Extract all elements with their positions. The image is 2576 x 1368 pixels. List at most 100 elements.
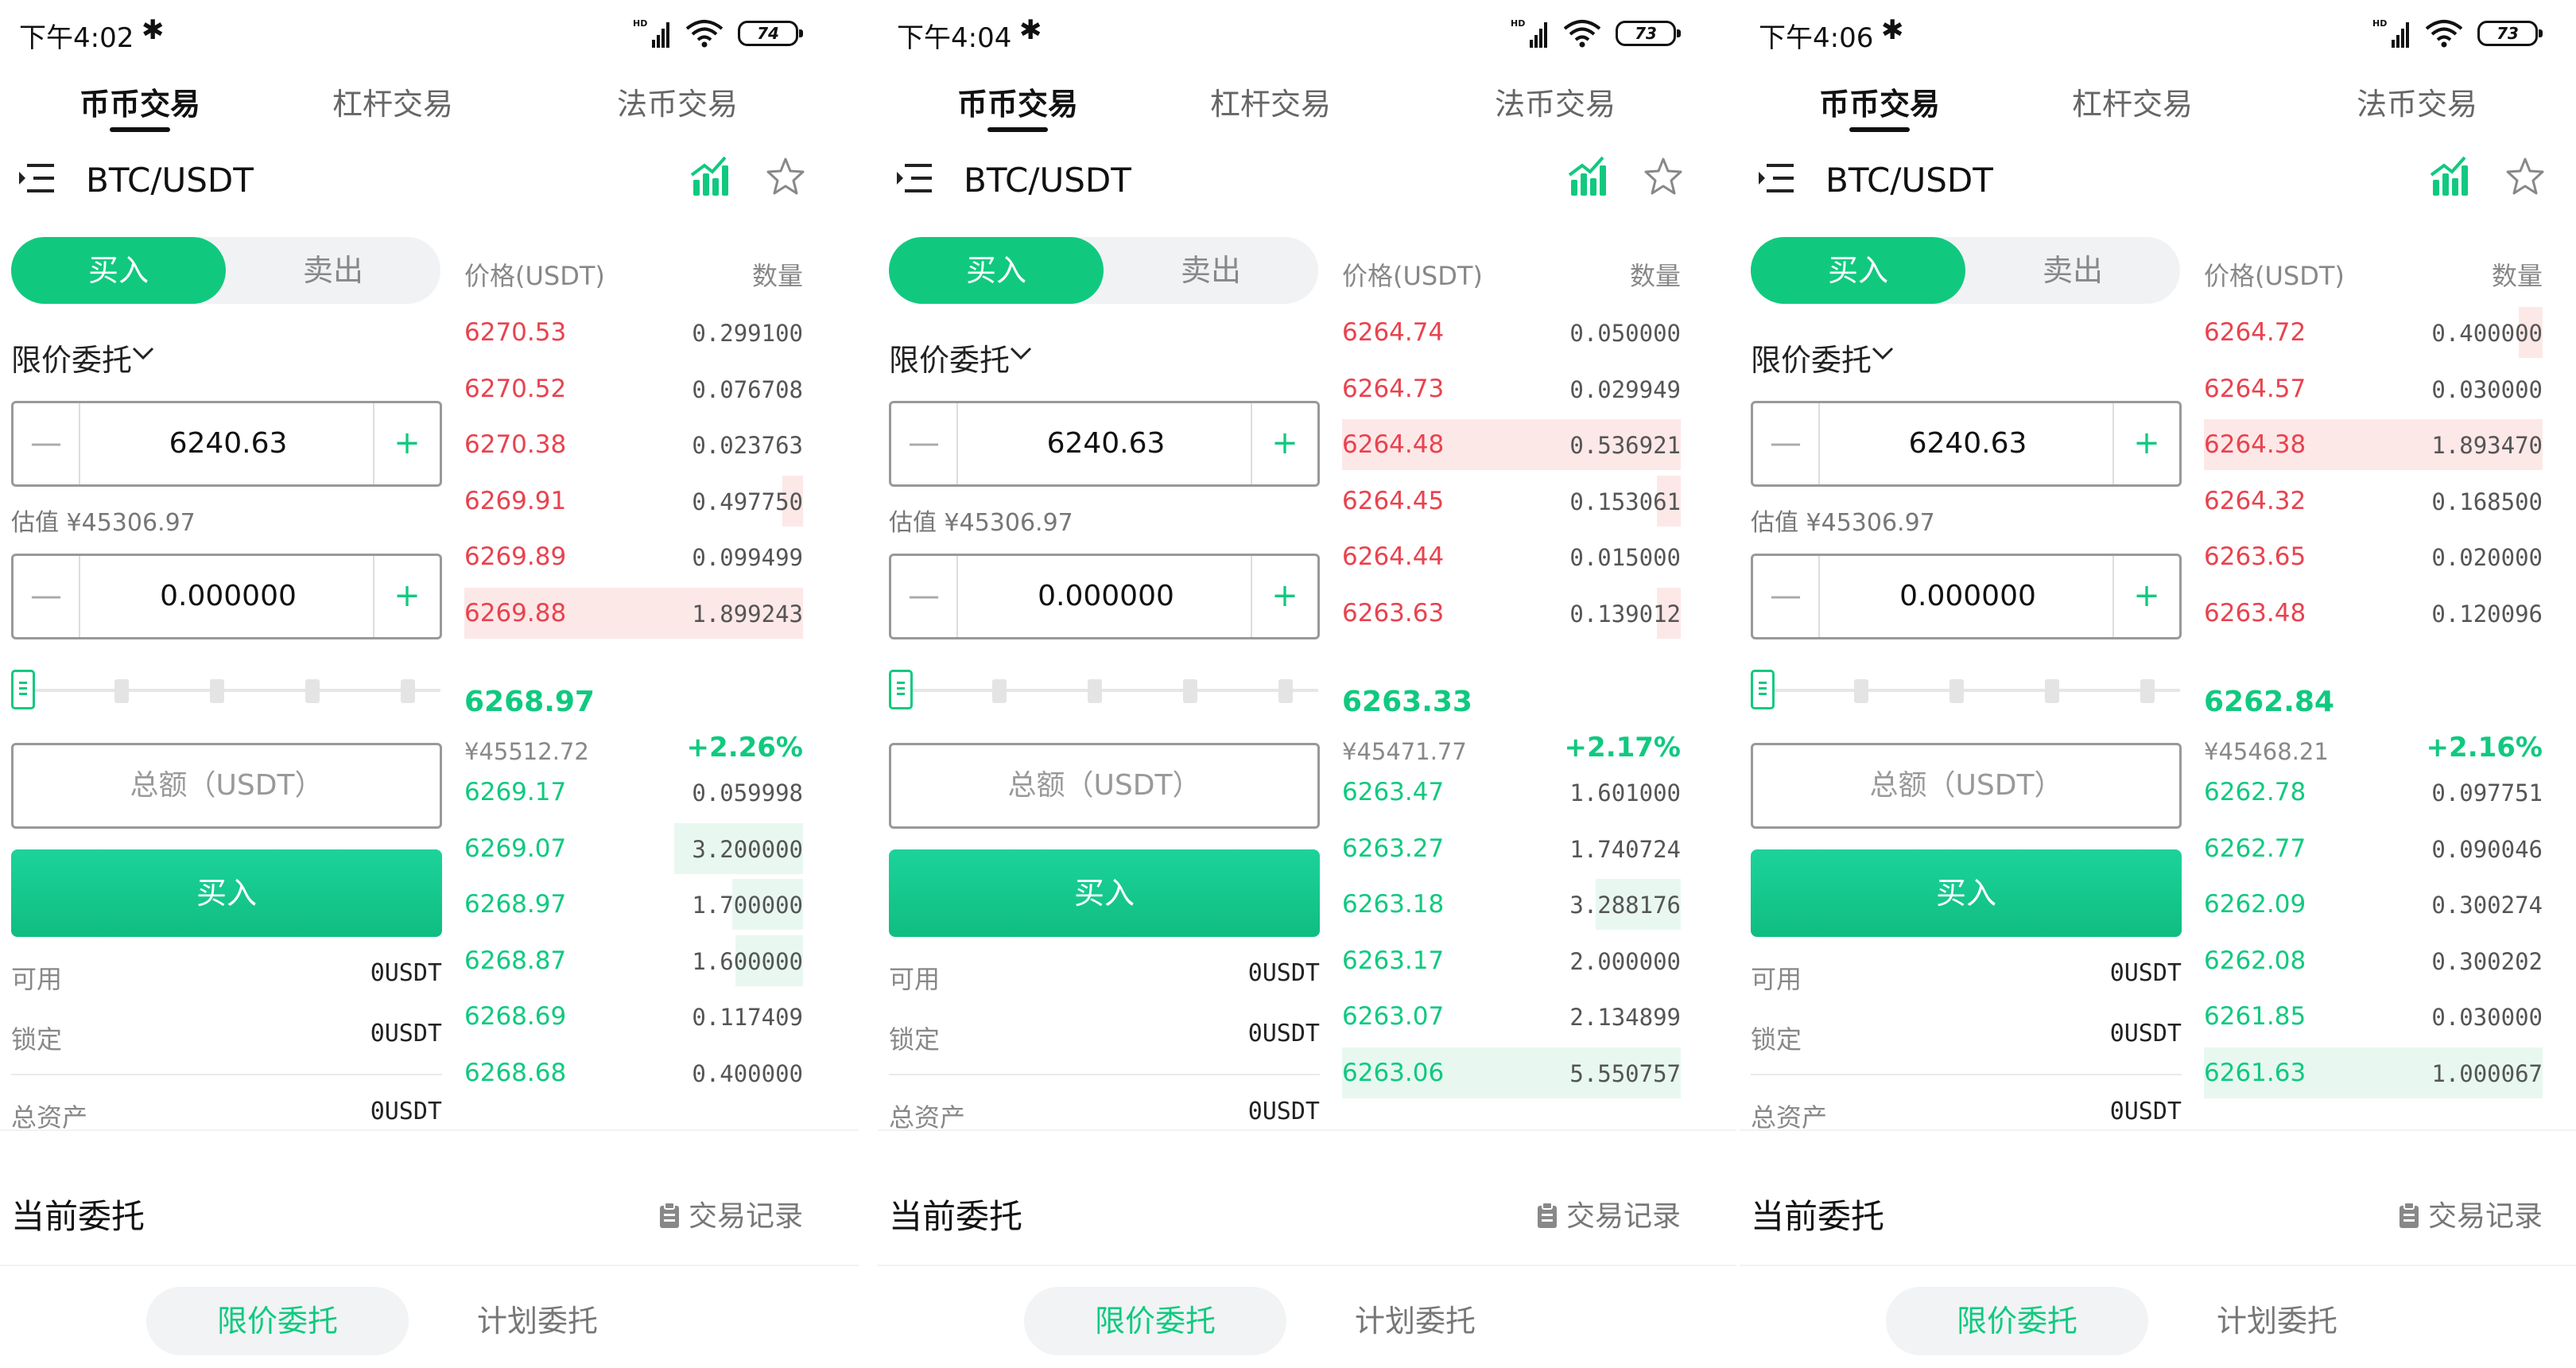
amount-increase-button[interactable]: + bbox=[373, 556, 440, 637]
bid-row[interactable]: 6269.17 0.059998 bbox=[464, 765, 803, 819]
slider-tick[interactable] bbox=[1183, 679, 1197, 703]
sell-toggle[interactable]: 卖出 bbox=[1965, 237, 2180, 304]
slider-handle[interactable] bbox=[889, 670, 913, 709]
amount-input[interactable]: 0.000000 bbox=[958, 556, 1254, 637]
buy-button[interactable]: 买入 bbox=[1751, 849, 2182, 937]
price-decrease-button[interactable]: — bbox=[14, 403, 80, 484]
slider-handle[interactable] bbox=[1751, 670, 1775, 709]
slider-tick[interactable] bbox=[992, 679, 1007, 703]
slider-tick[interactable] bbox=[305, 679, 320, 703]
bid-row[interactable]: 6263.06 5.550757 bbox=[1342, 1046, 1681, 1100]
tab-spot[interactable]: 币币交易 bbox=[80, 80, 200, 123]
ask-row[interactable]: 6269.88 1.899243 bbox=[464, 586, 803, 640]
amount-input[interactable]: 0.000000 bbox=[80, 556, 376, 637]
bid-row[interactable]: 6269.07 3.200000 bbox=[464, 822, 803, 876]
bid-row[interactable]: 6263.27 1.740724 bbox=[1342, 822, 1681, 876]
ask-row[interactable]: 6264.32 0.168500 bbox=[2204, 474, 2543, 528]
slider-tick[interactable] bbox=[1854, 679, 1868, 703]
pair-name[interactable]: BTC/USDT bbox=[1825, 161, 1993, 200]
slider-tick[interactable] bbox=[2045, 679, 2059, 703]
ask-row[interactable]: 6270.38 0.023763 bbox=[464, 418, 803, 472]
slider-tick[interactable] bbox=[401, 679, 415, 703]
last-price[interactable]: 6268.97 bbox=[464, 686, 595, 718]
ask-row[interactable]: 6264.44 0.015000 bbox=[1342, 530, 1681, 584]
bid-row[interactable]: 6263.17 2.000000 bbox=[1342, 934, 1681, 988]
favorite-star-icon[interactable] bbox=[765, 156, 806, 197]
tab-plan-orders[interactable]: 计划委托 bbox=[1355, 1287, 1476, 1355]
amount-slider[interactable] bbox=[11, 670, 442, 709]
price-increase-button[interactable]: + bbox=[2112, 403, 2179, 484]
ask-row[interactable]: 6263.65 0.020000 bbox=[2204, 530, 2543, 584]
total-input[interactable]: 总额（USDT） bbox=[1751, 743, 2182, 829]
bid-row[interactable]: 6268.68 0.400000 bbox=[464, 1046, 803, 1100]
buy-button[interactable]: 买入 bbox=[11, 849, 442, 937]
amount-increase-button[interactable]: + bbox=[2112, 556, 2179, 637]
bid-row[interactable]: 6268.97 1.700000 bbox=[464, 877, 803, 931]
tab-margin[interactable]: 杠杆交易 bbox=[2072, 80, 2193, 123]
menu-icon[interactable] bbox=[895, 161, 933, 196]
sell-toggle[interactable]: 卖出 bbox=[1104, 237, 1318, 304]
price-increase-button[interactable]: + bbox=[373, 403, 440, 484]
bid-row[interactable]: 6262.09 0.300274 bbox=[2204, 877, 2543, 931]
tab-fiat[interactable]: 法币交易 bbox=[617, 80, 738, 123]
amount-increase-button[interactable]: + bbox=[1251, 556, 1317, 637]
slider-tick[interactable] bbox=[114, 679, 129, 703]
pair-name[interactable]: BTC/USDT bbox=[964, 161, 1131, 200]
tab-limit-orders[interactable]: 限价委托 bbox=[1886, 1287, 2148, 1355]
tab-limit-orders[interactable]: 限价委托 bbox=[146, 1287, 409, 1355]
ask-row[interactable]: 6264.72 0.400000 bbox=[2204, 305, 2543, 359]
tab-spot[interactable]: 币币交易 bbox=[1819, 80, 1940, 123]
last-price[interactable]: 6263.33 bbox=[1342, 686, 1472, 718]
slider-tick[interactable] bbox=[210, 679, 224, 703]
ask-row[interactable]: 6270.53 0.299100 bbox=[464, 305, 803, 359]
chevron-down-icon[interactable] bbox=[130, 344, 156, 363]
trade-history-link[interactable]: 交易记录 bbox=[1536, 1193, 1681, 1234]
buy-toggle[interactable]: 买入 bbox=[1751, 237, 1965, 304]
ask-row[interactable]: 6269.89 0.099499 bbox=[464, 530, 803, 584]
bid-row[interactable]: 6261.63 1.000067 bbox=[2204, 1046, 2543, 1100]
amount-slider[interactable] bbox=[1751, 670, 2182, 709]
ask-row[interactable]: 6264.57 0.030000 bbox=[2204, 362, 2543, 416]
price-input[interactable]: 6240.63 bbox=[80, 403, 376, 484]
chart-icon[interactable] bbox=[1566, 154, 1608, 199]
price-increase-button[interactable]: + bbox=[1251, 403, 1317, 484]
menu-icon[interactable] bbox=[1757, 161, 1795, 196]
ask-row[interactable]: 6263.63 0.139012 bbox=[1342, 586, 1681, 640]
ask-row[interactable]: 6269.91 0.497750 bbox=[464, 474, 803, 528]
ask-row[interactable]: 6264.73 0.029949 bbox=[1342, 362, 1681, 416]
price-decrease-button[interactable]: — bbox=[1753, 403, 1820, 484]
tab-margin[interactable]: 杠杆交易 bbox=[332, 80, 453, 123]
chevron-down-icon[interactable] bbox=[1870, 344, 1895, 363]
buy-toggle[interactable]: 买入 bbox=[889, 237, 1104, 304]
chart-icon[interactable] bbox=[2428, 154, 2469, 199]
tab-fiat[interactable]: 法币交易 bbox=[1495, 80, 1616, 123]
ask-row[interactable]: 6270.52 0.076708 bbox=[464, 362, 803, 416]
ask-row[interactable]: 6263.48 0.120096 bbox=[2204, 586, 2543, 640]
order-type-dropdown[interactable]: 限价委托 bbox=[11, 336, 132, 379]
chevron-down-icon[interactable] bbox=[1008, 344, 1034, 363]
amount-decrease-button[interactable]: — bbox=[1753, 556, 1820, 637]
amount-decrease-button[interactable]: — bbox=[891, 556, 958, 637]
last-price[interactable]: 6262.84 bbox=[2204, 686, 2334, 718]
trade-history-link[interactable]: 交易记录 bbox=[2398, 1193, 2543, 1234]
favorite-star-icon[interactable] bbox=[1643, 156, 1684, 197]
ask-row[interactable]: 6264.74 0.050000 bbox=[1342, 305, 1681, 359]
bid-row[interactable]: 6262.78 0.097751 bbox=[2204, 765, 2543, 819]
total-input[interactable]: 总额（USDT） bbox=[889, 743, 1320, 829]
bid-row[interactable]: 6262.77 0.090046 bbox=[2204, 822, 2543, 876]
sell-toggle[interactable]: 卖出 bbox=[226, 237, 440, 304]
buy-toggle[interactable]: 买入 bbox=[11, 237, 226, 304]
bid-row[interactable]: 6263.18 3.288176 bbox=[1342, 877, 1681, 931]
trade-history-link[interactable]: 交易记录 bbox=[658, 1193, 803, 1234]
amount-decrease-button[interactable]: — bbox=[14, 556, 80, 637]
bid-row[interactable]: 6263.07 2.134899 bbox=[1342, 989, 1681, 1043]
tab-spot[interactable]: 币币交易 bbox=[957, 80, 1078, 123]
order-type-dropdown[interactable]: 限价委托 bbox=[1751, 336, 1872, 379]
ask-row[interactable]: 6264.48 0.536921 bbox=[1342, 418, 1681, 472]
amount-slider[interactable] bbox=[889, 670, 1320, 709]
bid-row[interactable]: 6268.69 0.117409 bbox=[464, 989, 803, 1043]
ask-row[interactable]: 6264.45 0.153061 bbox=[1342, 474, 1681, 528]
bid-row[interactable]: 6262.08 0.300202 bbox=[2204, 934, 2543, 988]
tab-margin[interactable]: 杠杆交易 bbox=[1210, 80, 1331, 123]
pair-name[interactable]: BTC/USDT bbox=[86, 161, 254, 200]
